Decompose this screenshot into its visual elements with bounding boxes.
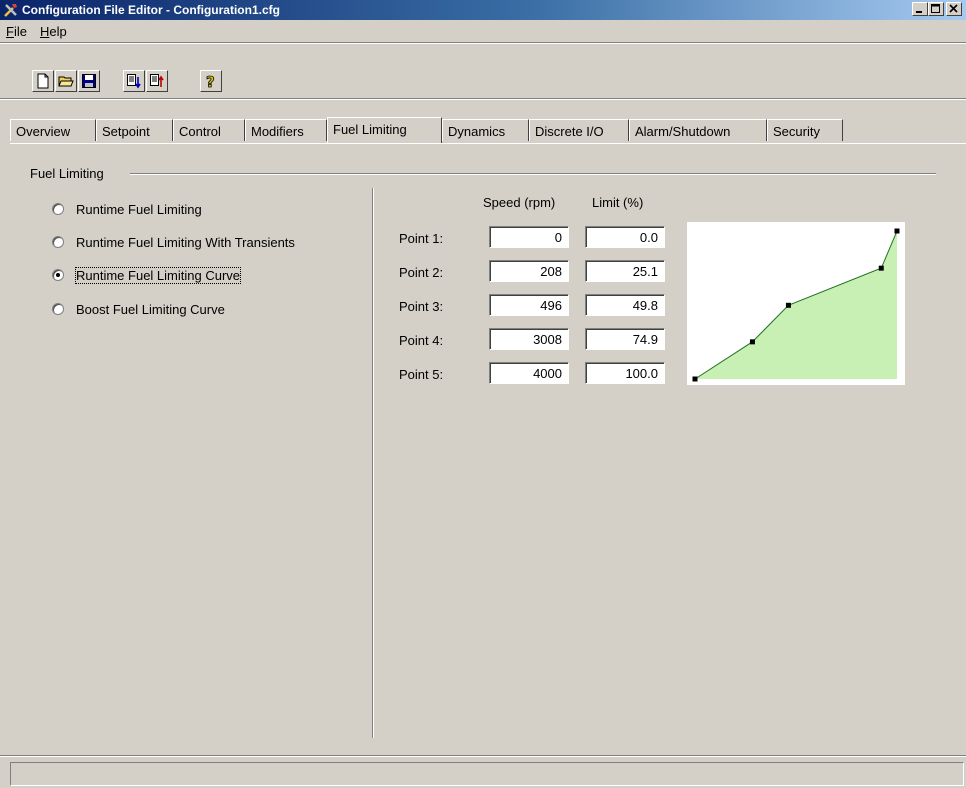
- point-4-limit-field[interactable]: 74.9: [585, 328, 665, 350]
- vertical-divider: [372, 188, 374, 738]
- close-icon: [949, 4, 958, 13]
- tab-dynamics[interactable]: Dynamics: [442, 119, 529, 141]
- point-1-limit-field[interactable]: 0.0: [585, 226, 665, 248]
- open-folder-icon: [58, 76, 74, 87]
- point-3-speed-field[interactable]: 496: [489, 294, 569, 316]
- toolbar-separator: [0, 98, 966, 100]
- radio-label: Boost Fuel Limiting Curve: [76, 302, 225, 317]
- curve-point-1[interactable]: [692, 376, 698, 382]
- point-5-label: Point 5:: [399, 367, 444, 382]
- curve-point-5[interactable]: [894, 228, 900, 234]
- tab-modifiers[interactable]: Modifiers: [245, 119, 327, 141]
- point-3-label: Point 3:: [399, 299, 444, 314]
- menu-file[interactable]: File: [6, 24, 27, 39]
- menu-bar: File Help: [0, 20, 966, 42]
- maximize-button[interactable]: [928, 2, 944, 16]
- point-5-speed-field[interactable]: 4000: [489, 362, 569, 384]
- tab-setpoint[interactable]: Setpoint: [96, 119, 173, 141]
- point-4-speed-field[interactable]: 3008: [489, 328, 569, 350]
- open-button[interactable]: [55, 70, 77, 92]
- group-title: Fuel Limiting: [30, 166, 110, 181]
- help-icon: ?: [206, 73, 216, 89]
- menu-help[interactable]: Help: [40, 24, 67, 39]
- title-bar[interactable]: Configuration File Editor - Configuratio…: [0, 0, 966, 20]
- radio-dot-icon: [56, 273, 60, 277]
- point-3-limit-field[interactable]: 49.8: [585, 294, 665, 316]
- curve-point-2[interactable]: [749, 339, 755, 345]
- bottom-separator: [0, 755, 966, 757]
- menu-separator: [0, 42, 966, 44]
- upload-icon: [127, 74, 141, 89]
- tools-icon: [4, 4, 17, 17]
- point-1-label: Point 1:: [399, 231, 444, 246]
- tab-control[interactable]: Control: [173, 119, 245, 141]
- tab-alarm-shutdown[interactable]: Alarm/Shutdown: [629, 119, 767, 141]
- save-icon: [82, 74, 96, 88]
- radio-label: Runtime Fuel Limiting Curve: [74, 267, 242, 284]
- curve-point-3[interactable]: [785, 302, 791, 308]
- download-icon: [150, 74, 164, 87]
- tab-panel-border: [10, 143, 966, 144]
- toolbar: ?: [0, 66, 966, 98]
- upload-button[interactable]: [123, 70, 145, 92]
- close-button[interactable]: [946, 2, 962, 16]
- maximize-icon: [931, 4, 940, 13]
- point-5-limit-field[interactable]: 100.0: [585, 362, 665, 384]
- minimize-button[interactable]: [912, 2, 928, 16]
- new-file-icon: [37, 73, 49, 89]
- tab-overview[interactable]: Overview: [10, 119, 96, 141]
- fuel-limit-curve-chart: [687, 222, 905, 385]
- curve-point-4[interactable]: [878, 265, 884, 271]
- speed-column-header: Speed (rpm): [483, 195, 556, 210]
- help-button[interactable]: ?: [200, 70, 222, 92]
- point-2-limit-field[interactable]: 25.1: [585, 260, 665, 282]
- window-title: Configuration File Editor - Configuratio…: [22, 3, 280, 17]
- tab-discrete-io[interactable]: Discrete I/O: [529, 119, 629, 141]
- new-button[interactable]: [32, 70, 54, 92]
- point-2-label: Point 2:: [399, 265, 444, 280]
- tab-security[interactable]: Security: [767, 119, 843, 141]
- limit-column-header: Limit (%): [592, 195, 644, 210]
- status-bar: [10, 762, 964, 786]
- group-border: [130, 173, 936, 175]
- tab-fuel-limiting[interactable]: Fuel Limiting: [327, 117, 442, 143]
- point-2-speed-field[interactable]: 208: [489, 260, 569, 282]
- download-button[interactable]: [146, 70, 168, 92]
- radio-button[interactable]: [52, 236, 64, 248]
- radio-label: Runtime Fuel Limiting With Transients: [76, 235, 295, 250]
- minimize-icon: [916, 11, 922, 13]
- radio-button[interactable]: [52, 203, 64, 215]
- svg-text:?: ?: [206, 73, 215, 89]
- radio-button[interactable]: [52, 303, 64, 315]
- save-button[interactable]: [78, 70, 100, 92]
- radio-button-selected[interactable]: [52, 269, 64, 281]
- point-1-speed-field[interactable]: 0: [489, 226, 569, 248]
- curve-area: [695, 231, 897, 379]
- radio-label: Runtime Fuel Limiting: [76, 202, 202, 217]
- point-4-label: Point 4:: [399, 333, 444, 348]
